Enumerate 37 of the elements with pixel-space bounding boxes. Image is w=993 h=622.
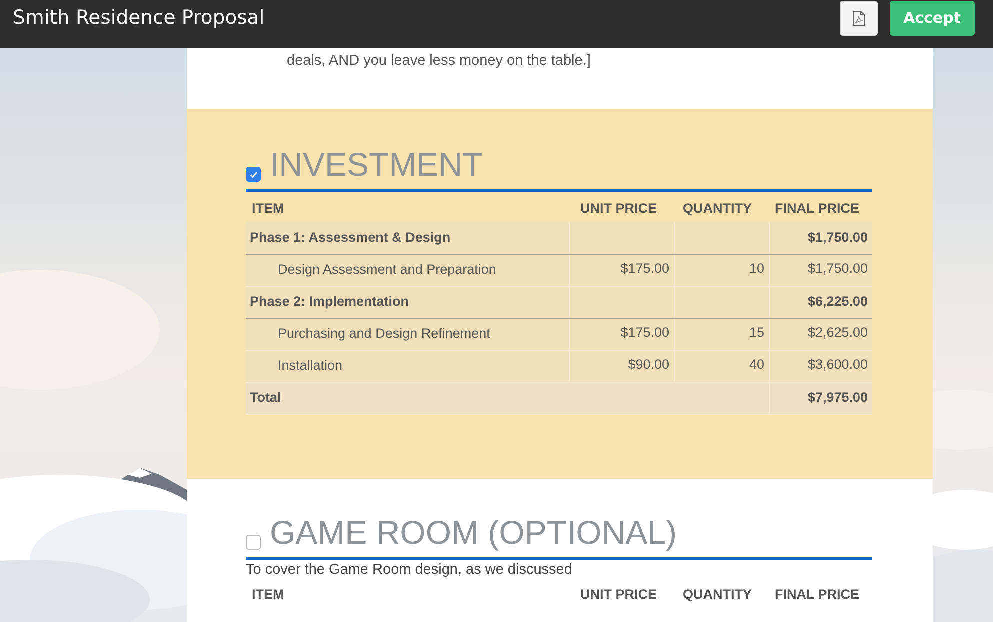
table-cell: 40 (674, 350, 769, 382)
table-cell: Phase 1: Assessment & Design (246, 222, 569, 254)
checkbox[interactable] (246, 167, 261, 182)
table-cell: Purchasing and Design Refinement (246, 318, 569, 350)
pdf-file-icon (852, 10, 865, 26)
checkbox[interactable] (246, 534, 261, 550)
table-cell: Installation (246, 350, 569, 382)
section-heading: INVESTMENT (270, 145, 483, 185)
table-cell: 15 (674, 318, 769, 350)
column-header: UNIT PRICE (569, 192, 674, 222)
column-header: UNIT PRICE (579, 586, 658, 604)
table-cell: $6,225.00 (769, 286, 872, 318)
document-title: Smith Residence Proposal (13, 6, 265, 28)
column-header: FINAL PRICE (774, 586, 861, 604)
column-header: QUANTITY (682, 586, 753, 604)
column-header: ITEM (251, 586, 286, 604)
column-header: ITEM (246, 192, 569, 222)
checkmark-icon (248, 170, 258, 180)
table-cell: Total (246, 382, 769, 414)
pdf-button[interactable] (840, 0, 878, 36)
table-cell: Phase 2: Implementation (246, 286, 569, 318)
table-cell: $1,750.00 (769, 254, 872, 286)
accept-button[interactable]: Accept (890, 0, 975, 36)
table-cell: $3,600.00 (769, 350, 872, 382)
table-cell: $90.00 (569, 350, 674, 382)
table-cell: $2,625.00 (769, 318, 872, 350)
table-cell: $1,750.00 (769, 222, 872, 254)
section-description: To cover the Game Room design, as we discussed (246, 562, 574, 578)
section-heading: GAME ROOM (OPTIONAL) (270, 512, 678, 552)
paragraph: deals, AND you leave less money on the table.] (287, 53, 592, 69)
table-cell: 10 (674, 254, 769, 286)
column-header: FINAL PRICE (769, 192, 872, 222)
column-header: QUANTITY (674, 192, 769, 222)
table-cell: Design Assessment and Preparation (246, 254, 569, 286)
table-cell: $175.00 (569, 318, 674, 350)
table-cell: $7,975.00 (769, 382, 872, 414)
table-cell: $175.00 (569, 254, 674, 286)
